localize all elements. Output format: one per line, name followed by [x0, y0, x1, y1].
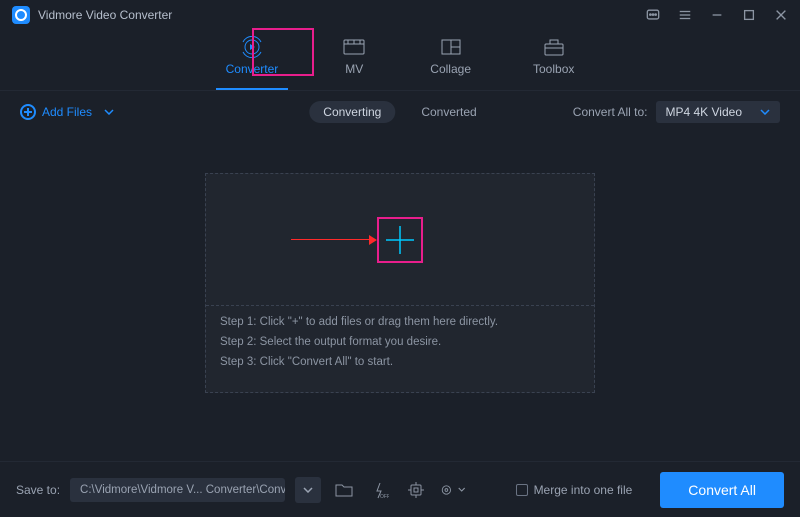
add-files-button[interactable]: Add Files: [20, 104, 114, 120]
processor-icon[interactable]: [403, 477, 429, 503]
app-logo-icon: [12, 6, 30, 24]
open-folder-icon[interactable]: [331, 477, 357, 503]
app-title: Vidmore Video Converter: [38, 8, 172, 22]
feedback-icon[interactable]: [646, 8, 660, 22]
save-to-label: Save to:: [16, 483, 60, 497]
convert-all-to-label: Convert All to:: [573, 105, 648, 119]
hardware-accel-icon[interactable]: OFF: [367, 477, 393, 503]
minimize-icon[interactable]: [710, 8, 724, 22]
format-select[interactable]: MP4 4K Video: [656, 101, 781, 123]
checkbox-icon: [516, 484, 528, 496]
tab-converting[interactable]: Converting: [309, 101, 395, 123]
tab-converter[interactable]: Converter: [220, 34, 285, 80]
close-icon[interactable]: [774, 8, 788, 22]
drop-region[interactable]: Step 1: Click "+" to add files or drag t…: [205, 173, 595, 393]
save-path-dropdown[interactable]: [295, 477, 321, 503]
instruction-steps: Step 1: Click "+" to add files or drag t…: [206, 306, 594, 378]
tab-collage[interactable]: Collage: [424, 34, 477, 80]
tab-label: MV: [345, 62, 363, 76]
format-value: MP4 4K Video: [666, 105, 743, 119]
menu-icon[interactable]: [678, 8, 692, 22]
chevron-down-icon: [458, 487, 465, 492]
toolbar-row: Add Files Converting Converted Convert A…: [0, 91, 800, 133]
step-1: Step 1: Click "+" to add files or drag t…: [220, 316, 580, 328]
titlebar: Vidmore Video Converter: [0, 0, 800, 30]
svg-text:OFF: OFF: [380, 494, 389, 499]
tab-label: Converter: [226, 62, 279, 76]
convert-all-to: Convert All to: MP4 4K Video: [573, 101, 780, 123]
annotation-arrow: [291, 235, 377, 245]
chevron-down-icon: [303, 487, 313, 493]
plus-circle-icon: [20, 104, 36, 120]
maximize-icon[interactable]: [742, 8, 756, 22]
tab-label: Toolbox: [533, 62, 574, 76]
tab-converted[interactable]: Converted: [407, 101, 490, 123]
footer-bar: Save to: C:\Vidmore\Vidmore V... Convert…: [0, 461, 800, 517]
status-tabs: Converting Converted: [309, 101, 490, 123]
plus-icon: [382, 222, 418, 258]
tab-mv[interactable]: MV: [334, 34, 374, 80]
step-2: Step 2: Select the output format you des…: [220, 336, 580, 348]
drop-top: [206, 174, 594, 306]
merge-label: Merge into one file: [534, 483, 633, 497]
chevron-down-icon: [104, 109, 114, 115]
main-tabs: Converter MV Collage Toolbox: [0, 30, 800, 91]
tab-label: Collage: [430, 62, 471, 76]
convert-all-button[interactable]: Convert All: [660, 472, 784, 508]
add-files-label: Add Files: [42, 105, 92, 119]
save-path-field[interactable]: C:\Vidmore\Vidmore V... Converter\Conver…: [70, 478, 285, 502]
settings-gear-icon[interactable]: [439, 477, 465, 503]
content-area: Step 1: Click "+" to add files or drag t…: [0, 133, 800, 393]
tab-toolbox[interactable]: Toolbox: [527, 34, 580, 80]
add-file-plus-button[interactable]: [377, 217, 423, 263]
merge-into-one-file[interactable]: Merge into one file: [516, 483, 633, 497]
step-3: Step 3: Click "Convert All" to start.: [220, 356, 580, 368]
chevron-down-icon: [760, 109, 770, 115]
